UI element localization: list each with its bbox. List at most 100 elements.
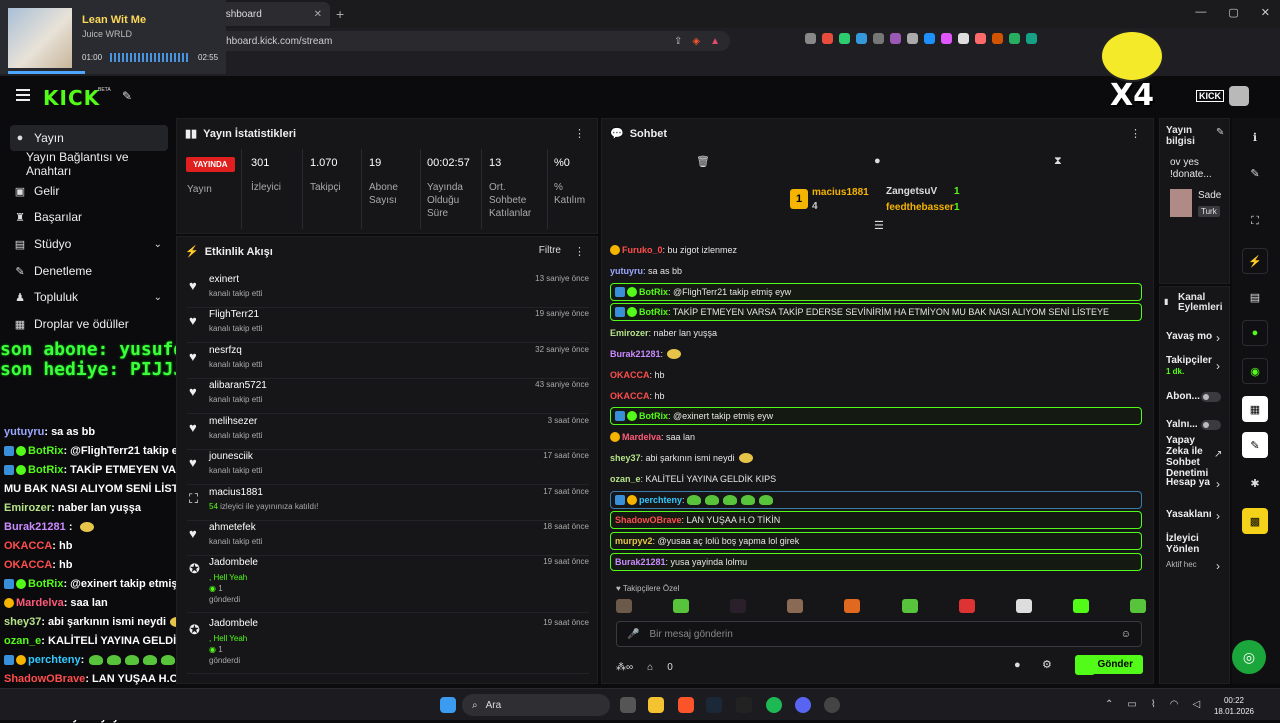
event-item[interactable]: ♥ melihsezer 3 saat önce kanalı takip etti [187,416,589,450]
extension-icon[interactable] [890,33,901,44]
chevron-right-icon[interactable]: › [1216,359,1220,373]
event-item[interactable]: ♥ nesrfzq 32 saniye önce kanalı takip etti [187,345,589,379]
network-icon[interactable]: ▭ [1127,699,1136,710]
chat-message[interactable]: BotRix: @exinert takip etmiş eyw [610,407,1142,425]
event-item[interactable]: ♥ alibaran5721 43 saniye önce kanalı takip … [187,380,589,414]
chat-message[interactable]: Burak21281: yusa yayinda lolmu [610,553,1142,571]
event-item[interactable]: ⛶ macius1881 17 saat önce 54 izleyici ile y… [187,487,589,521]
media-progress-bar[interactable] [8,71,85,74]
mic-icon[interactable]: ⌇ [1151,699,1156,710]
chat-username[interactable]: shey37 [610,453,641,463]
event-item[interactable]: ✪ Jadombele 19 saat önce , Hell Yeah ◉ 1 gönd… [187,618,589,674]
windows-start-icon[interactable] [440,697,456,713]
chat-input[interactable]: 🎤 Bir mesaj gönderin ☺ [616,621,1142,647]
extension-icon[interactable] [941,33,952,44]
chat-username[interactable]: ozan_e [610,474,641,484]
bolt-icon[interactable]: ⚡ [1242,248,1268,274]
puzzle-icon[interactable]: ✱ [1242,470,1268,496]
chat-message[interactable]: yutuyru: sa as bb [610,262,682,280]
emote-icon[interactable] [958,599,975,613]
chevron-right-icon[interactable]: › [1216,331,1220,345]
extension-icon[interactable] [992,33,1003,44]
taskbar-search[interactable]: ⌕ Ara [462,694,610,716]
chevron-right-icon[interactable]: › [1216,559,1220,573]
chat-username[interactable]: perchteny [639,495,682,505]
more-options-icon[interactable]: ⋮ [574,127,585,140]
steam-icon[interactable] [706,697,722,713]
chat-icon[interactable]: ● [874,155,881,167]
spotify-icon[interactable] [766,697,782,713]
nav-item-basarilar[interactable]: ♜ Başarılar [10,204,168,230]
media-waveform[interactable] [110,53,190,62]
emote-icon[interactable] [1072,599,1089,613]
chat-username[interactable]: yutuyru [610,266,643,276]
brave-shield-icon[interactable]: ◈ [692,36,700,47]
chat-message[interactable]: ShadowOBrave: LAN YUŞAA H.O TİKİN [610,511,1142,529]
support-chat-button[interactable]: ◎ [1232,640,1266,674]
event-item[interactable]: ♥ jounesciik 17 saat önce kanalı takip etti [187,451,589,485]
trash-icon[interactable]: 🗑 [696,155,710,168]
leader-third-name[interactable]: feedthebasser [886,202,954,213]
chat-icon[interactable]: ● [1242,320,1268,346]
event-item[interactable]: ♥ ahmetefek 18 saat önce kanalı takip etti [187,522,589,556]
kick-badge-icon[interactable]: KICK [1196,90,1224,102]
extension-icon[interactable] [1009,33,1020,44]
event-item[interactable]: ✪ Jadombele 19 saat önce , Hell Yeah ◉ 1 gönd… [187,557,589,613]
emote-icon[interactable] [1015,599,1032,613]
chat-message[interactable]: perchteny: [610,491,1142,509]
emote-icon[interactable] [1129,599,1146,613]
broadcast-icon[interactable]: ◉ [1242,358,1268,384]
chat-messages[interactable]: Furuko_0: bu zigot izlenmez yutuyru: sa a… [608,227,1148,577]
avatar[interactable] [1229,86,1249,106]
pencil-icon[interactable]: ✎ [1242,160,1268,186]
chat-message[interactable]: Burak21281: [610,345,682,363]
chat-username[interactable]: Burak21281 [615,557,666,567]
extension-icon[interactable] [924,33,935,44]
nav-item-denetleme[interactable]: ✎ Denetleme [10,258,168,284]
chat-username[interactable]: murpyv2 [615,536,653,546]
filter-button[interactable]: Filtre [539,245,561,256]
event-user[interactable]: melihsezer [209,416,257,427]
channel-action-item[interactable]: İzleyici Yönlen [1166,533,1226,555]
mic-icon[interactable]: 🎤 [627,629,639,640]
chat-message[interactable]: ozan_e: KALİTELİ YAYINA GELDİK KIPS [610,470,776,488]
chat-username[interactable]: Mardelva [622,432,661,442]
chat-message[interactable]: Mardelva: saa lan [610,428,695,446]
extension-icon[interactable] [856,33,867,44]
address-bar[interactable]: dashboard.kick.com/stream ⇪ ◈ ▲ [200,31,730,51]
wrench-icon[interactable]: ✎ [1242,432,1268,458]
chevron-right-icon[interactable]: › [1216,509,1220,523]
file-explorer-icon[interactable] [648,697,664,713]
emote-icon[interactable] [616,599,632,613]
extension-icon[interactable] [958,33,969,44]
gear-icon[interactable]: ⚙ [1042,658,1052,671]
event-user[interactable]: Jadombele [209,557,258,568]
chat-username[interactable]: Furuko_0 [622,245,663,255]
extension-icon[interactable] [822,33,833,44]
event-user[interactable]: FlighTerr21 [209,309,259,320]
document-icon[interactable]: ▤ [1242,284,1268,310]
emote-icon[interactable] [730,599,747,613]
more-options-icon[interactable]: ⋮ [1130,127,1141,140]
emote-icon[interactable] [844,599,861,613]
emoji-icon[interactable]: ☺ [1121,629,1131,640]
nav-item-stream-key[interactable]: Yayın Bağlantısı ve Anahtarı [10,150,168,178]
toggle-switch[interactable] [1201,392,1221,402]
media-player-widget[interactable]: Lean Wit Me Juice WRLD 01:00 02:55 [0,0,226,74]
emote-icon[interactable] [787,599,804,613]
maximize-button[interactable]: ▢ [1228,6,1238,19]
chat-username[interactable]: BotRix [639,307,668,317]
chat-message[interactable]: OKACCA: hb [610,387,665,405]
nav-item-gelir[interactable]: ▣ Gelir [10,178,168,204]
brave-rewards-icon[interactable]: ▲ [710,36,720,47]
wifi-icon[interactable]: ◠ [1170,699,1179,710]
event-user[interactable]: ahmetefek [209,522,256,533]
discord-icon[interactable] [795,697,811,713]
chat-message[interactable]: Furuko_0: bu zigot izlenmez [610,241,737,259]
chat-username[interactable]: BotRix [639,411,668,421]
obs-icon[interactable] [824,697,840,713]
chat-message[interactable]: Emirozer: naber lan yuşşa [610,324,717,342]
leader-top-name[interactable]: macius1881 [812,187,869,198]
event-user[interactable]: nesrfzq [209,345,242,356]
tag-badge[interactable]: Turk [1198,206,1220,217]
